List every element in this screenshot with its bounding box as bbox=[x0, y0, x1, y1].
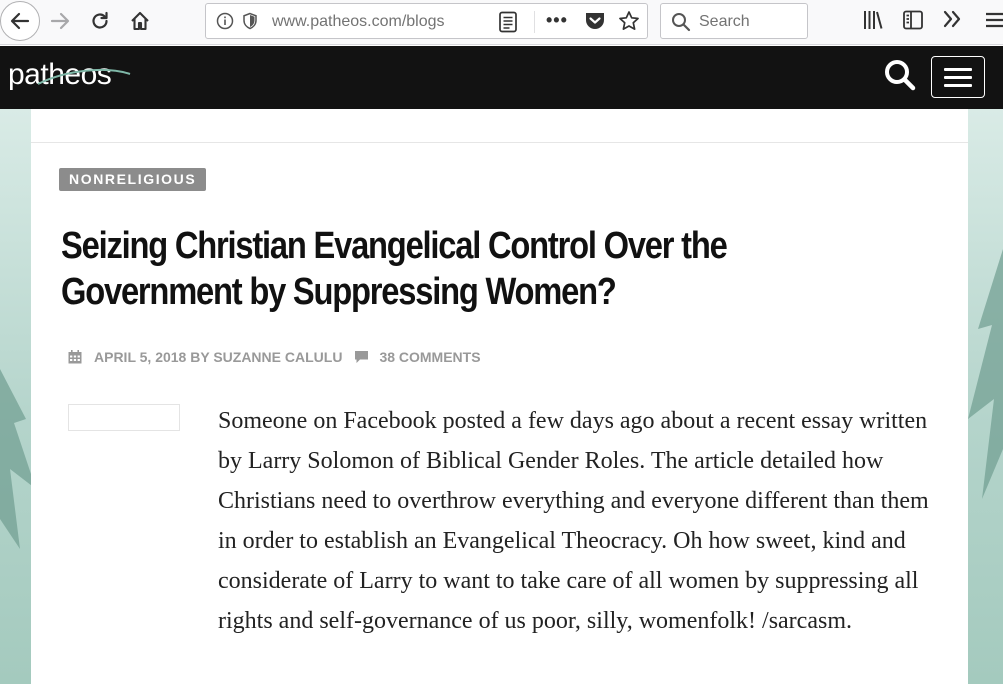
home-button[interactable] bbox=[124, 4, 156, 38]
site-menu-button[interactable] bbox=[931, 56, 985, 98]
comments-link[interactable]: 38 COMMENTS bbox=[379, 349, 480, 365]
article-meta: APRIL 5, 2018 BY SUZANNE CALULU 38 COMME… bbox=[68, 347, 481, 367]
forward-button[interactable] bbox=[44, 4, 76, 38]
leaf-decoration-right bbox=[968, 249, 1003, 499]
home-icon bbox=[131, 11, 149, 31]
hamburger-menu-icon[interactable] bbox=[986, 9, 1003, 36]
search-placeholder: Search bbox=[699, 13, 750, 30]
sidebar-icon[interactable] bbox=[902, 9, 924, 36]
browser-toolbar: www.patheos.com/blogs ••• Search bbox=[0, 0, 1003, 45]
info-icon[interactable] bbox=[216, 12, 234, 35]
back-button[interactable] bbox=[0, 1, 40, 41]
site-search-icon[interactable] bbox=[884, 59, 916, 96]
url-text[interactable]: www.patheos.com/blogs bbox=[272, 13, 460, 31]
ad-placeholder bbox=[68, 404, 180, 431]
menu-bar-line bbox=[944, 68, 972, 71]
back-arrow-icon bbox=[10, 12, 30, 30]
bookmark-star-icon[interactable] bbox=[618, 10, 640, 37]
article-card: NONRELIGIOUS Seizing Christian Evangelic… bbox=[31, 109, 968, 684]
menu-bar-line bbox=[944, 76, 972, 79]
category-tag[interactable]: NONRELIGIOUS bbox=[59, 168, 207, 191]
divider bbox=[31, 142, 968, 143]
comment-icon bbox=[355, 351, 369, 363]
byline[interactable]: APRIL 5, 2018 BY SUZANNE CALULU bbox=[94, 349, 342, 365]
reload-icon bbox=[92, 11, 108, 29]
pocket-icon[interactable] bbox=[584, 11, 606, 36]
tracking-shield-icon[interactable] bbox=[242, 12, 258, 35]
site-header: patheos bbox=[0, 46, 1003, 109]
browser-search-input[interactable]: Search bbox=[660, 3, 808, 39]
search-icon bbox=[671, 12, 691, 37]
page-actions-icon[interactable]: ••• bbox=[546, 10, 568, 31]
calendar-icon bbox=[68, 350, 82, 364]
article-title: Seizing Christian Evangelical Control Ov… bbox=[61, 225, 728, 313]
reader-view-icon[interactable] bbox=[498, 11, 518, 38]
library-icon[interactable] bbox=[862, 9, 884, 36]
url-bar[interactable]: www.patheos.com/blogs ••• bbox=[205, 3, 648, 39]
menu-bar-line bbox=[944, 84, 972, 87]
logo-swoosh-icon bbox=[37, 68, 131, 85]
forward-arrow-icon bbox=[50, 12, 70, 30]
article-body: Someone on Facebook posted a few days ag… bbox=[218, 408, 929, 634]
reload-button[interactable] bbox=[84, 4, 116, 38]
overflow-chevron-icon[interactable] bbox=[942, 7, 962, 37]
url-separator bbox=[534, 11, 535, 33]
